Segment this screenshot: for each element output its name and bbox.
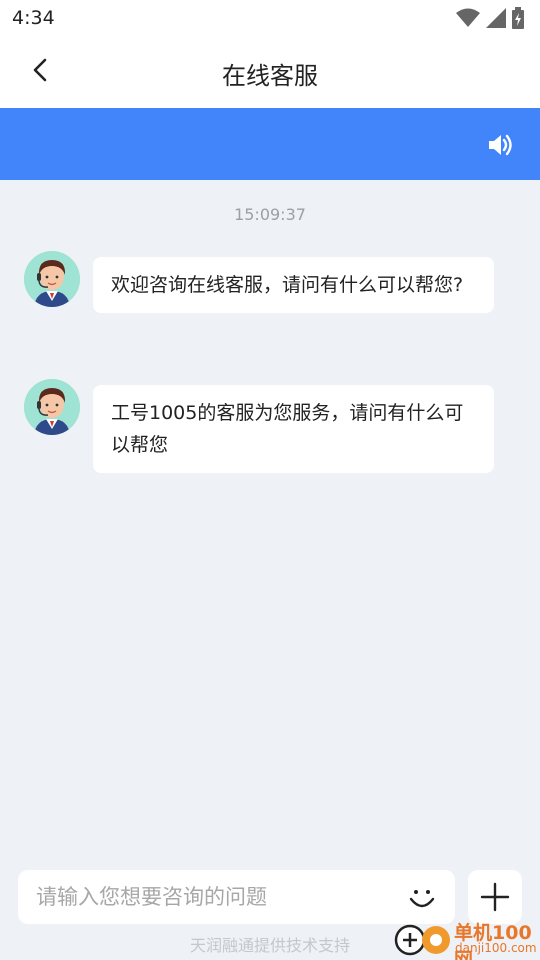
- battery-icon: [512, 7, 524, 29]
- signal-icon: [486, 8, 506, 28]
- message-input[interactable]: [36, 880, 396, 914]
- notice-banner: [0, 108, 540, 180]
- watermark: 单机100网 danji100.com: [392, 916, 540, 960]
- message-input-box[interactable]: [18, 870, 455, 924]
- agent-avatar-icon: [24, 379, 80, 435]
- agent-avatar[interactable]: [24, 251, 80, 307]
- agent-message-bubble[interactable]: 工号1005的客服为您服务，请问有什么可以帮您: [93, 385, 494, 473]
- message-timestamp: 15:09:37: [234, 205, 306, 224]
- status-icons: [456, 7, 524, 29]
- agent-avatar[interactable]: [24, 379, 80, 435]
- header: 在线客服: [0, 36, 540, 108]
- agent-message-bubble[interactable]: 欢迎咨询在线客服，请问有什么可以帮您?: [93, 257, 494, 313]
- agent-avatar-icon: [24, 251, 80, 307]
- speaker-button[interactable]: [486, 130, 516, 160]
- status-bar: 4:34: [0, 0, 540, 36]
- page-title: 在线客服: [222, 62, 318, 90]
- watermark-url: danji100.com: [455, 941, 537, 955]
- emoji-button[interactable]: [407, 883, 437, 913]
- wifi-icon: [456, 8, 480, 27]
- smiley-icon: [409, 890, 435, 908]
- watermark-logo-icon: [394, 924, 450, 956]
- speaker-icon: [489, 134, 512, 156]
- status-time: 4:34: [12, 7, 55, 29]
- chat-area[interactable]: 15:09:37 欢迎咨询在线客服，请问有什么可以帮您? 工号1005的客服为您…: [0, 180, 540, 860]
